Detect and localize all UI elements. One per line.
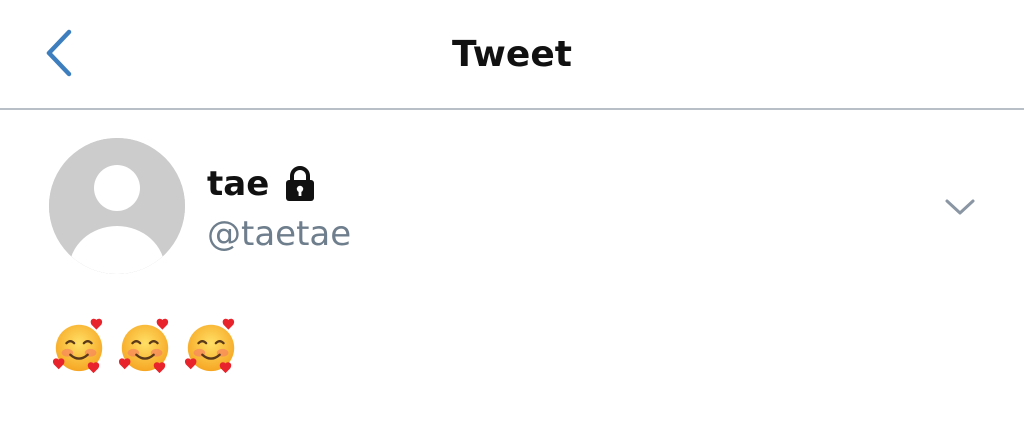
author-username[interactable]: @taetae [207, 212, 351, 256]
smiling-face-with-hearts-icon [52, 318, 103, 374]
nav-header: Tweet [0, 0, 1024, 110]
avatar[interactable] [49, 138, 185, 274]
tweet-menu-button[interactable] [936, 190, 984, 224]
smiling-face-with-hearts-icon [118, 318, 169, 374]
default-avatar-icon [49, 138, 185, 274]
page-title: Tweet [452, 34, 572, 75]
tweet-text [50, 318, 240, 376]
chevron-down-icon [945, 199, 975, 215]
author-name-row: tae [207, 162, 317, 206]
smiling-face-with-hearts-icon [184, 318, 235, 374]
lock-icon [283, 166, 317, 202]
author-display-name[interactable]: tae [207, 162, 269, 206]
tweet-detail: tae @taetae [0, 110, 1024, 426]
